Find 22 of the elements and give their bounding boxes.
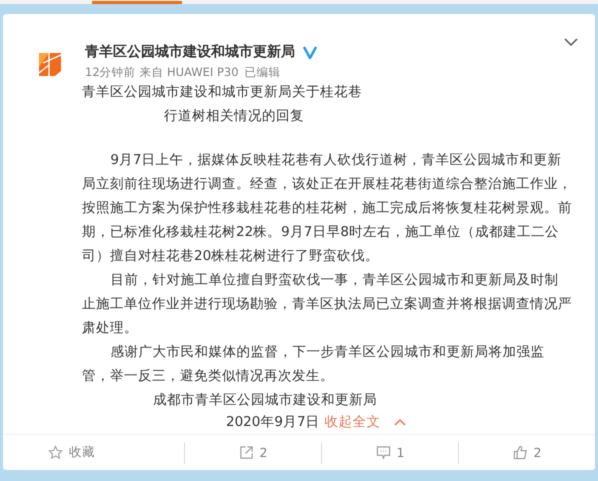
post-title: 青羊区公园城市建设和城市更新局关于桂花巷 [82, 83, 363, 102]
edited-label[interactable]: 已编辑 [244, 65, 281, 79]
comment-icon [376, 445, 391, 460]
action-button[interactable]: 1 [321, 442, 458, 464]
star-icon [48, 445, 63, 460]
action-button[interactable]: 2 [184, 442, 321, 464]
signature: 成都市青羊区公园城市建设和更新局 [152, 391, 378, 410]
collapse-link[interactable]: 收起全文 [324, 412, 381, 432]
post-time[interactable]: 12分钟前 [85, 65, 136, 79]
share-icon [238, 445, 254, 460]
action-button[interactable]: 2 [458, 442, 595, 464]
post-title: 行道树相关情况的回复 [163, 107, 305, 126]
author-name[interactable]: 青羊区公园城市建设和城市更新局 [85, 43, 295, 61]
post-source: 来自 HUAWEI P30 [139, 65, 239, 79]
action-button[interactable]: 收藏 [3, 442, 184, 464]
paragraph: 目前，针对施工单位擅自野蛮砍伐一事，青羊区公园城市和更新局及时制止施工单位作业并进行现场勘验，青羊区执法局已立案调查并将根据调查情况严肃处理。 [82, 271, 572, 338]
thumbs-up-icon [512, 445, 528, 460]
chevron-up-icon[interactable] [394, 418, 406, 426]
chevron-down-icon[interactable] [564, 38, 578, 46]
paragraph: 感谢广大市民和媒体的监督，下一步青羊区公园城市和更新局将加强监管，举一反三，避免类似情况再次发生。 [82, 343, 546, 386]
post-date: 2020年9月7日 [226, 413, 320, 432]
paragraph: 9月7日上午，据媒体反映桂花巷有人砍伐行道树，青羊区公园城市和更新局立刻前往现场进行调查。经查，该处正在开展桂花巷街道综合整治施工作业，按照施工方案为保护性移栽桂花巷的桂花树，施工完成后将恢复桂花树景观。前期，已标准化移栽桂花树22株。9月7日早8时左右，施工单位（成都建工二公司）擅自对桂花巷20株桂花树进行了野蛮砍伐。 [82, 151, 572, 266]
